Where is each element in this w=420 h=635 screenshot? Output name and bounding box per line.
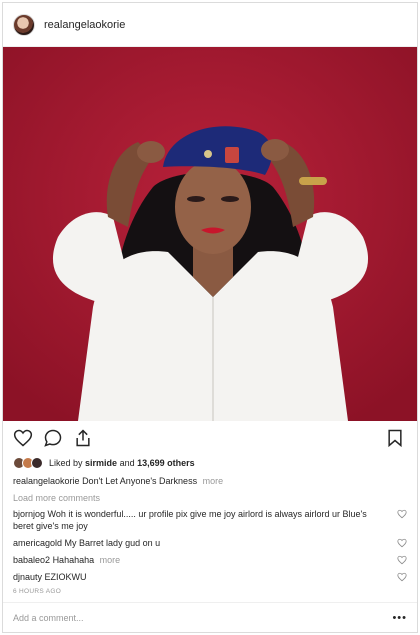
- caption-more-link[interactable]: more: [203, 476, 224, 486]
- likes-prefix: Liked by: [49, 458, 83, 468]
- options-icon[interactable]: •••: [392, 612, 407, 624]
- comment-text: My Barret lady gud on u: [64, 538, 161, 548]
- heart-icon[interactable]: [13, 428, 33, 448]
- post-timestamp[interactable]: 6 HOURS AGO: [3, 588, 417, 595]
- liker-avatars: [13, 457, 43, 469]
- small-heart-icon[interactable]: [397, 538, 407, 548]
- post-username[interactable]: realangelaokorie: [44, 19, 125, 31]
- comment-body: bjornjog Woh it is wonderful..... ur pro…: [13, 508, 397, 532]
- comment-item: djnauty EZIOKWU: [13, 571, 407, 583]
- post-header: realangelaokorie: [3, 3, 417, 47]
- avatar[interactable]: [13, 13, 35, 36]
- bookmark-icon[interactable]: [385, 428, 405, 448]
- add-comment-bar: •••: [3, 602, 417, 632]
- comment-item: bjornjog Woh it is wonderful..... ur pro…: [13, 508, 407, 532]
- share-icon[interactable]: [73, 428, 93, 448]
- likes-joiner: and: [119, 458, 135, 468]
- likes-row: Liked by sirmide and 13,699 others: [3, 455, 417, 471]
- comment-username[interactable]: djnauty: [13, 572, 42, 582]
- small-heart-icon[interactable]: [397, 555, 407, 565]
- caption: realangelaokorie Don't Let Anyone's Dark…: [3, 471, 417, 487]
- caption-text: Don't Let Anyone's Darkness: [82, 476, 198, 486]
- comment-body: americagold My Barret lady gud on u: [13, 537, 397, 549]
- caption-username[interactable]: realangelaokorie: [13, 476, 80, 486]
- comment-body: djnauty EZIOKWU: [13, 571, 397, 583]
- comment-item: americagold My Barret lady gud on u: [13, 537, 407, 549]
- likes-summary: Liked by sirmide and 13,699 others: [49, 458, 195, 468]
- photo-illustration: [3, 47, 417, 421]
- post-photo[interactable]: [3, 47, 417, 421]
- comment-username[interactable]: babaleo2: [13, 555, 50, 565]
- action-bar: [3, 421, 417, 455]
- comment-username[interactable]: bjornjog: [13, 509, 45, 519]
- comment-text: EZIOKWU: [44, 572, 87, 582]
- comment-more-link[interactable]: more: [100, 555, 121, 565]
- comment-username[interactable]: americagold: [13, 538, 62, 548]
- comment-item: babaleo2 Hahahaha more: [13, 554, 407, 566]
- small-heart-icon[interactable]: [397, 572, 407, 582]
- liker-avatar[interactable]: [31, 457, 43, 469]
- small-heart-icon[interactable]: [397, 509, 407, 519]
- comment-bubble-icon[interactable]: [43, 428, 63, 448]
- comments-list: bjornjog Woh it is wonderful..... ur pro…: [3, 503, 417, 583]
- comment-text: Hahahaha: [52, 555, 95, 565]
- likes-others-link[interactable]: 13,699 others: [137, 458, 195, 468]
- add-comment-input[interactable]: [13, 612, 393, 623]
- load-more-comments[interactable]: Load more comments: [3, 487, 417, 503]
- comment-body: babaleo2 Hahahaha more: [13, 554, 397, 566]
- instagram-post: realangelaokorie Liked by sirmide and 13…: [2, 2, 418, 633]
- comment-text: Woh it is wonderful..... ur profile pix …: [13, 509, 367, 531]
- likes-user-link[interactable]: sirmide: [85, 458, 117, 468]
